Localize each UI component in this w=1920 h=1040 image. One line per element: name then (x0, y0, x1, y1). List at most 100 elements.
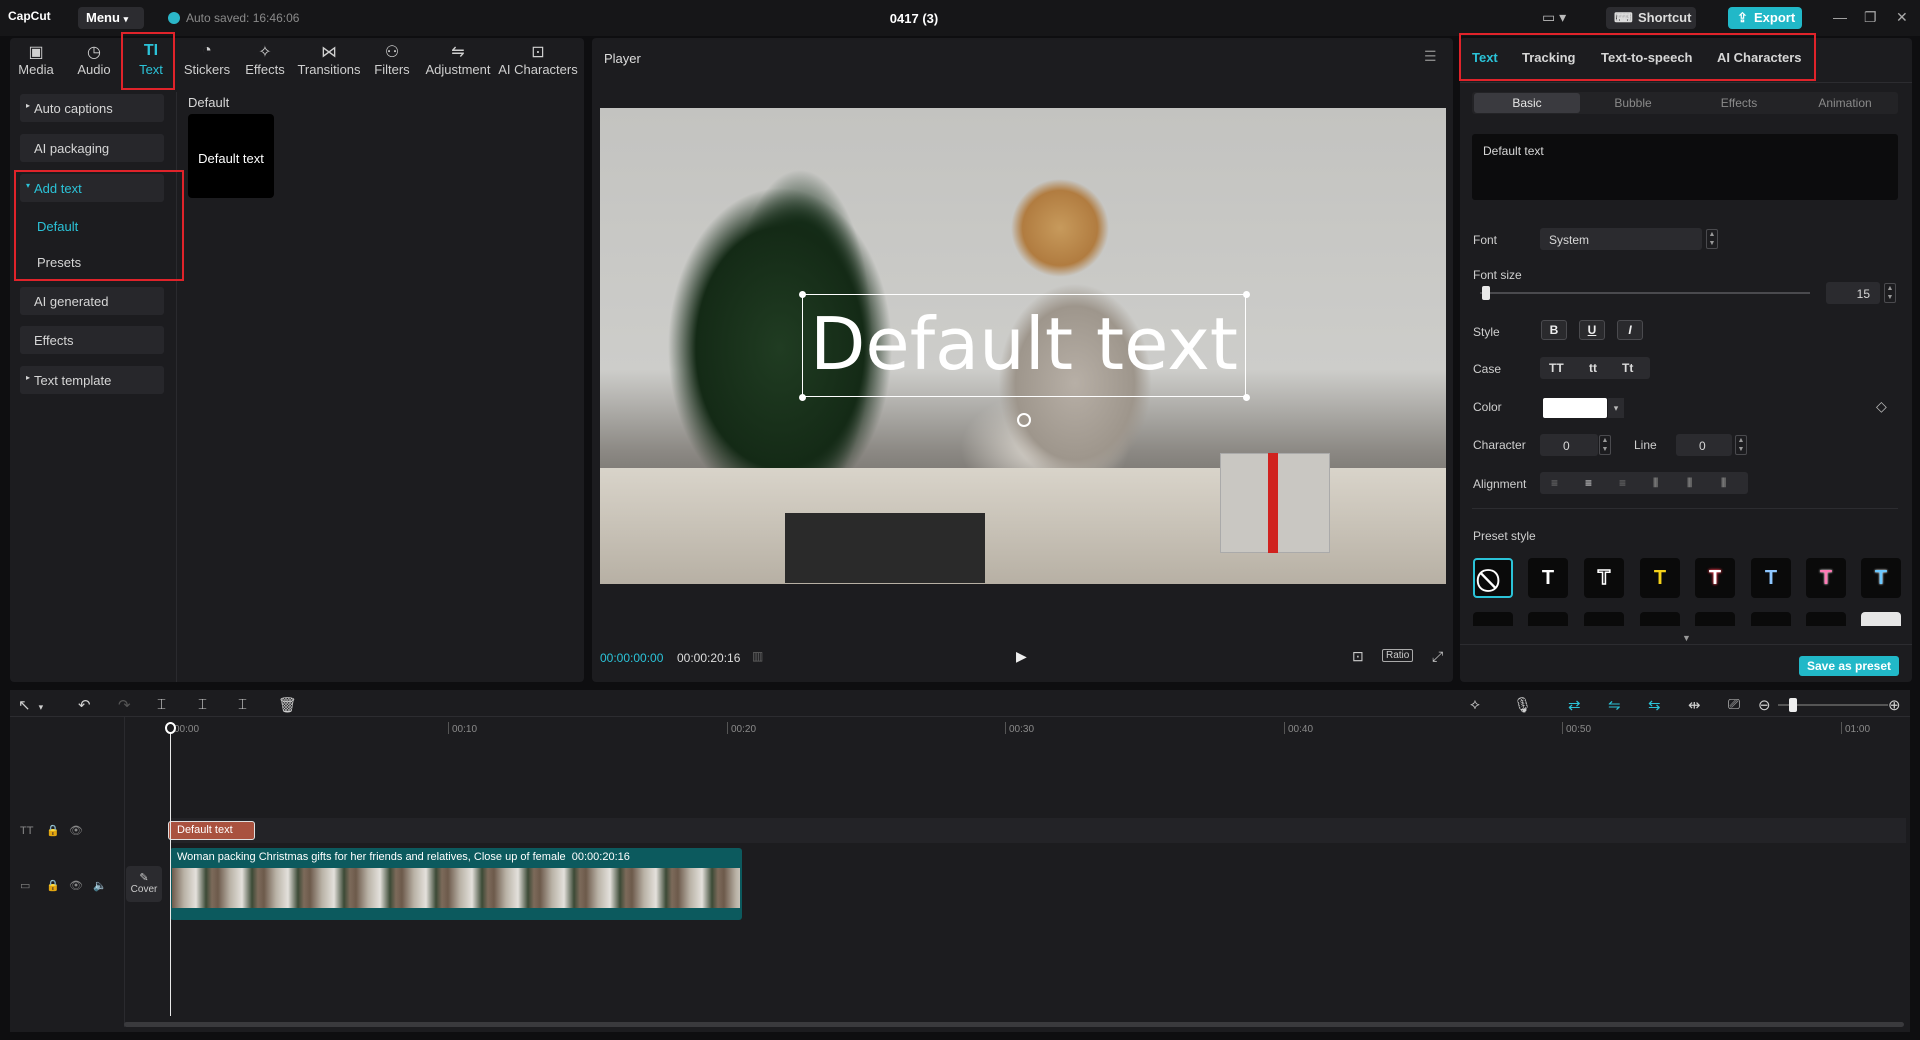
preview-axis-icon[interactable]: ⇹ (1688, 696, 1701, 714)
font-size-slider-track[interactable] (1480, 292, 1810, 294)
font-select[interactable]: System (1540, 228, 1702, 250)
preset-style[interactable] (1861, 612, 1901, 626)
export-button[interactable]: ⇪ Export (1728, 7, 1802, 29)
tool-transitions[interactable]: ⋈ Transitions (292, 42, 366, 77)
undo-icon[interactable]: ↶ (78, 696, 91, 714)
chevron-down-icon[interactable]: ▾ (1608, 398, 1624, 418)
tool-adjustment[interactable]: ⇋ Adjustment (422, 42, 494, 77)
preset-style[interactable] (1473, 612, 1513, 626)
rotate-icon[interactable] (1017, 413, 1031, 427)
subtab-effects[interactable]: Effects (1686, 96, 1792, 110)
bold-button[interactable]: B (1541, 320, 1567, 340)
eye-icon[interactable]: 👁 (69, 879, 83, 892)
preset-style[interactable] (1695, 612, 1735, 626)
case-upper-button[interactable]: TT (1549, 361, 1564, 375)
sidebar-item-auto-captions[interactable]: ▸ Auto captions (20, 94, 164, 122)
align-center-icon[interactable]: ≡ (1585, 476, 1592, 490)
split-icon[interactable]: ⌶ (157, 696, 166, 713)
subtab-basic[interactable]: Basic (1474, 96, 1580, 110)
horizontal-scrollbar[interactable] (124, 1022, 1904, 1027)
close-icon[interactable]: ✕ (1896, 9, 1908, 26)
default-text-card[interactable]: Default text (188, 114, 274, 198)
case-title-button[interactable]: Tt (1622, 361, 1633, 375)
font-size-input[interactable]: 15 (1826, 282, 1880, 304)
character-stepper[interactable]: ▲ ▼ (1599, 435, 1611, 455)
align-middle-icon[interactable]: ⦀ (1687, 476, 1692, 491)
tool-stickers[interactable]: ◔ Stickers (179, 42, 235, 77)
eye-icon[interactable]: 👁 (69, 824, 83, 837)
timecode-grid-icon[interactable]: ▥ (752, 649, 763, 663)
italic-button[interactable]: I (1617, 320, 1643, 340)
expand-down-icon[interactable]: ▼ (1682, 633, 1691, 643)
preset-style[interactable]: T (1751, 558, 1791, 598)
preview-icon[interactable]: ⎚ (1728, 696, 1740, 713)
sidebar-item-text-template[interactable]: ▸ Text template (20, 366, 164, 394)
sidebar-item-ai-packaging[interactable]: AI packaging (20, 134, 164, 162)
line-spacing-input[interactable]: 0 (1676, 434, 1732, 456)
align-bottom-icon[interactable]: ⦀ (1721, 476, 1726, 491)
zoom-slider-knob[interactable] (1789, 698, 1797, 712)
zoom-in-icon[interactable]: ⊕ (1888, 696, 1901, 714)
tool-filters[interactable]: ⚇ Filters (364, 42, 420, 77)
font-size-stepper[interactable]: ▲ ▼ (1884, 283, 1896, 303)
preset-style[interactable] (1751, 612, 1791, 626)
text-clip[interactable]: Default text (168, 821, 255, 840)
text-content-input[interactable]: Default text (1472, 134, 1898, 200)
case-lower-button[interactable]: tt (1589, 361, 1597, 375)
cover-button[interactable]: ✎ Cover (126, 866, 162, 902)
restore-icon[interactable]: ❐ (1864, 9, 1877, 26)
tool-media[interactable]: ▣ Media (8, 42, 64, 77)
resize-handle[interactable] (1243, 394, 1250, 401)
resize-handle[interactable] (1243, 291, 1250, 298)
preset-style[interactable]: T (1861, 558, 1901, 598)
tool-effects[interactable]: ✧ Effects (237, 42, 293, 77)
preset-style[interactable]: T (1695, 558, 1735, 598)
preset-style[interactable]: T (1584, 558, 1624, 598)
preset-style[interactable] (1806, 612, 1846, 626)
playhead-handle[interactable] (165, 722, 176, 734)
underline-button[interactable]: U (1579, 320, 1605, 340)
text-selection-box[interactable] (802, 294, 1246, 397)
tool-audio[interactable]: ◷ Audio (66, 42, 122, 77)
font-size-slider-knob[interactable] (1482, 286, 1490, 300)
character-spacing-input[interactable]: 0 (1540, 434, 1598, 456)
lock-icon[interactable]: 🔒 (46, 824, 60, 837)
resize-handle[interactable] (799, 394, 806, 401)
ratio-button[interactable]: Ratio (1382, 649, 1414, 662)
subtab-bubble[interactable]: Bubble (1580, 96, 1686, 110)
align-left-icon[interactable]: ≡ (1551, 476, 1558, 490)
preset-style[interactable] (1640, 612, 1680, 626)
align-right-icon[interactable]: ≡ (1619, 476, 1626, 490)
delete-icon[interactable]: 🗑 (278, 696, 297, 714)
preset-style[interactable] (1584, 612, 1624, 626)
minimize-icon[interactable]: — (1833, 9, 1847, 25)
color-swatch[interactable] (1543, 398, 1607, 418)
microphone-icon[interactable]: 🎙 (1513, 696, 1532, 714)
font-stepper[interactable]: ▲ ▼ (1706, 229, 1718, 249)
fullscreen-icon[interactable]: ⤢ (1432, 648, 1443, 665)
preset-style[interactable]: T (1640, 558, 1680, 598)
speaker-icon[interactable]: 🔈 (93, 879, 107, 892)
tool-ai-characters[interactable]: ⊡ AI Characters (496, 42, 580, 77)
video-clip[interactable]: Woman packing Christmas gifts for her fr… (170, 848, 742, 920)
lock-icon[interactable]: 🔒 (46, 879, 60, 892)
sidebar-item-ai-generated[interactable]: AI generated (20, 287, 164, 315)
line-stepper[interactable]: ▲ ▼ (1735, 435, 1747, 455)
select-cursor-icon[interactable]: ↖ ▾ (18, 696, 43, 714)
sidebar-item-effects[interactable]: Effects (20, 326, 164, 354)
main-track-magnet-icon[interactable]: ⇄ (1568, 696, 1581, 714)
align-top-icon[interactable]: ⦀ (1653, 476, 1658, 491)
preset-style[interactable] (1528, 612, 1568, 626)
zoom-out-icon[interactable]: ⊖ (1758, 696, 1771, 714)
resize-handle[interactable] (799, 291, 806, 298)
play-icon[interactable]: ▶ (1016, 648, 1027, 665)
preset-none[interactable]: ⃠ (1473, 558, 1513, 598)
trim-right-icon[interactable]: ⌶ (238, 696, 247, 713)
hamburger-icon[interactable]: ☰ (1424, 48, 1437, 65)
shortcut-button[interactable]: ⌨ Shortcut (1606, 7, 1696, 29)
redo-icon[interactable]: ↷ (118, 696, 131, 714)
preset-style[interactable]: T (1806, 558, 1846, 598)
auto-snap-icon[interactable]: ⇋ (1608, 696, 1621, 714)
linkage-icon[interactable]: ⇆ (1648, 696, 1661, 714)
keyframe-diamond-icon[interactable]: ◇ (1876, 398, 1887, 415)
